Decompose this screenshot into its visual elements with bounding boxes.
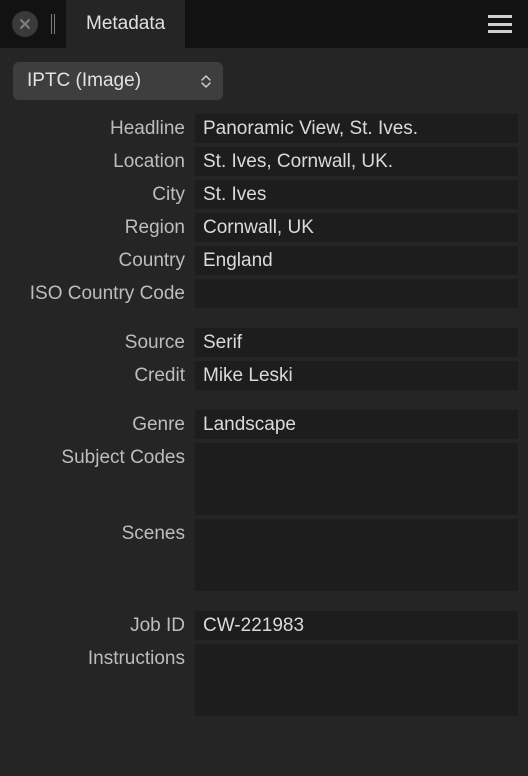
- input-genre[interactable]: [195, 410, 518, 439]
- panel-body: IPTC (Image) Headline Location City Regi…: [0, 48, 528, 730]
- tab-label: Metadata: [86, 13, 165, 35]
- label-job-id: Job ID: [10, 611, 195, 639]
- row-instructions: Instructions: [10, 644, 518, 716]
- hamburger-icon-bar: [488, 30, 512, 33]
- tab-drag-handle[interactable]: [48, 14, 58, 34]
- input-region[interactable]: [195, 213, 518, 242]
- label-credit: Credit: [10, 361, 195, 389]
- input-iso-country-code[interactable]: [195, 279, 518, 308]
- row-credit: Credit: [10, 361, 518, 390]
- tab-bar: Metadata: [0, 0, 528, 48]
- row-source: Source: [10, 328, 518, 357]
- row-job-id: Job ID: [10, 611, 518, 640]
- tab-metadata[interactable]: Metadata: [66, 0, 185, 48]
- input-city[interactable]: [195, 180, 518, 209]
- metadata-form: Headline Location City Region Country IS…: [10, 114, 518, 716]
- row-country: Country: [10, 246, 518, 275]
- row-city: City: [10, 180, 518, 209]
- input-job-id[interactable]: [195, 611, 518, 640]
- row-location: Location: [10, 147, 518, 176]
- row-subject-codes: Subject Codes: [10, 443, 518, 515]
- label-source: Source: [10, 328, 195, 356]
- metadata-type-select[interactable]: IPTC (Image): [13, 62, 223, 100]
- input-headline[interactable]: [195, 114, 518, 143]
- row-genre: Genre: [10, 410, 518, 439]
- input-instructions[interactable]: [195, 644, 518, 716]
- label-headline: Headline: [10, 114, 195, 142]
- row-scenes: Scenes: [10, 519, 518, 591]
- row-headline: Headline: [10, 114, 518, 143]
- label-scenes: Scenes: [10, 519, 195, 547]
- label-city: City: [10, 180, 195, 208]
- panel-menu-button[interactable]: [488, 15, 512, 33]
- label-iso-country-code: ISO Country Code: [10, 279, 195, 307]
- label-region: Region: [10, 213, 195, 241]
- chevron-up-down-icon: [201, 75, 211, 88]
- input-source[interactable]: [195, 328, 518, 357]
- input-location[interactable]: [195, 147, 518, 176]
- label-country: Country: [10, 246, 195, 274]
- label-subject-codes: Subject Codes: [10, 443, 195, 471]
- input-subject-codes[interactable]: [195, 443, 518, 515]
- select-value: IPTC (Image): [27, 70, 141, 92]
- input-scenes[interactable]: [195, 519, 518, 591]
- label-instructions: Instructions: [10, 644, 195, 672]
- label-genre: Genre: [10, 410, 195, 438]
- close-icon: [19, 18, 31, 30]
- row-region: Region: [10, 213, 518, 242]
- row-iso-country-code: ISO Country Code: [10, 279, 518, 308]
- input-country[interactable]: [195, 246, 518, 275]
- label-location: Location: [10, 147, 195, 175]
- hamburger-icon-bar: [488, 23, 512, 26]
- hamburger-icon-bar: [488, 15, 512, 18]
- close-button[interactable]: [12, 11, 38, 37]
- input-credit[interactable]: [195, 361, 518, 390]
